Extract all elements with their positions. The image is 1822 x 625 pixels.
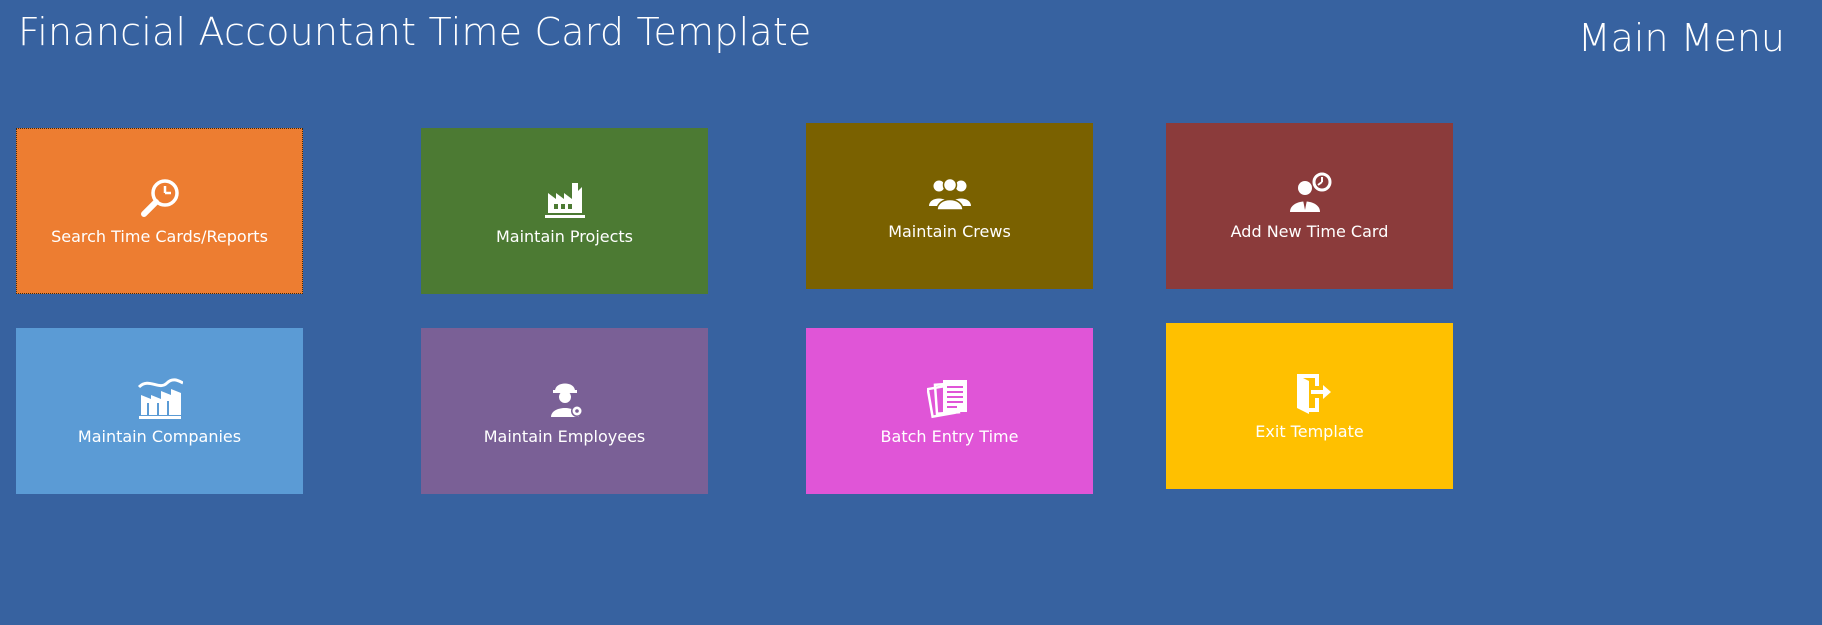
maintain-crews-button[interactable]: Maintain Crews	[806, 123, 1093, 289]
maintain-projects-button[interactable]: Maintain Projects	[421, 128, 708, 294]
maintain-employees-button[interactable]: Maintain Employees	[421, 328, 708, 494]
person-clock-icon	[1287, 172, 1333, 214]
batch-entry-time-label: Batch Entry Time	[880, 426, 1019, 446]
maintain-employees-label: Maintain Employees	[483, 426, 646, 446]
documents-icon	[926, 377, 973, 419]
maintain-companies-button[interactable]: Maintain Companies	[16, 328, 303, 494]
factory-icon	[542, 177, 588, 219]
batch-entry-time-button[interactable]: Batch Entry Time	[806, 328, 1093, 494]
maintain-crews-label: Maintain Crews	[888, 221, 1011, 241]
buildings-icon	[137, 377, 183, 419]
exit-door-icon	[1287, 372, 1333, 414]
search-time-cards-button[interactable]: Search Time Cards/Reports	[16, 128, 303, 294]
people-group-icon	[927, 172, 973, 214]
worker-gear-icon	[542, 377, 588, 419]
maintain-companies-label: Maintain Companies	[77, 426, 242, 446]
add-new-time-card-button[interactable]: Add New Time Card	[1166, 123, 1453, 289]
maintain-projects-label: Maintain Projects	[495, 226, 634, 246]
magnifier-clock-icon	[137, 177, 183, 219]
exit-template-button[interactable]: Exit Template	[1166, 323, 1453, 489]
search-time-cards-label: Search Time Cards/Reports	[51, 226, 268, 246]
app-title: Financial Accountant Time Card Template	[18, 10, 812, 54]
main-menu-title: Main Menu	[1577, 16, 1785, 60]
add-new-time-card-label: Add New Time Card	[1230, 221, 1389, 241]
exit-template-label: Exit Template	[1255, 421, 1364, 441]
